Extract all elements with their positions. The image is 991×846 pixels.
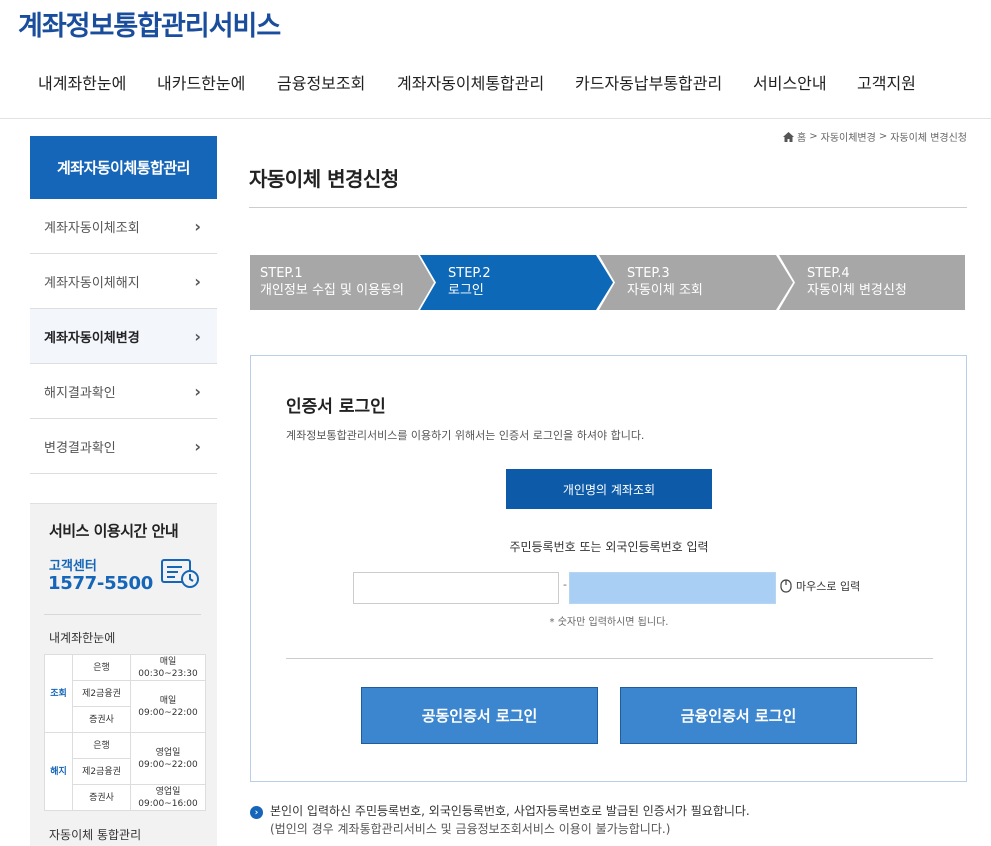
site-logo[interactable]: 계좌정보통합관리서비스 <box>18 4 281 43</box>
schedule-icon <box>161 559 199 588</box>
group-label-inquiry: 조회 <box>44 654 73 733</box>
id-number-front-input[interactable] <box>353 572 559 604</box>
home-icon[interactable] <box>783 131 795 142</box>
customer-center-phone: 1577-5500 <box>48 573 153 594</box>
chevron-right-icon: › <box>194 436 201 456</box>
sidebar-item-label: 해지결과확인 <box>44 385 116 401</box>
nav-card-autopay[interactable]: 카드자동납부통합관리 <box>575 70 722 94</box>
title-divider <box>249 207 967 208</box>
sidebar-title: 계좌자동이체통합관리 <box>30 136 217 199</box>
sidebar-item-label: 계좌자동이체조회 <box>44 220 140 236</box>
customer-center-label: 고객센터 <box>49 559 97 574</box>
login-description: 계좌정보통합관리서비스를 이용하기 위해서는 인증서 로그인을 하셔야 합니다. <box>286 429 645 442</box>
chevron-right-icon: › <box>194 271 201 291</box>
step-progress: STEP.1 개인정보 수집 및 이용동의 STEP.2 로그인 STEP.3 자동이… <box>250 255 965 310</box>
chevron-right-icon: › <box>194 216 201 236</box>
table-row: 조회 은행 매일 00:30~23:30 <box>44 654 206 733</box>
id-number-back-input[interactable] <box>569 572 776 604</box>
breadcrumb: 홈 > 자동이체변경 > 자동이체 변경신청 <box>783 129 967 144</box>
main-nav: 내계좌한눈에 내카드한눈에 금융정보조회 계좌자동이체통합관리 카드자동납부통합… <box>0 70 991 100</box>
time-cell: 매일 09:00~22:00 <box>130 680 206 733</box>
group-label-cancel: 해지 <box>44 732 73 811</box>
step-1: STEP.1 개인정보 수집 및 이용동의 <box>260 266 404 298</box>
step-3: STEP.3 자동이체 조회 <box>627 266 703 298</box>
notice-line-2: (법인의 경우 계좌통합관리서비스 및 금융정보조회서비스 이용이 불가능합니다… <box>270 822 671 836</box>
joint-certificate-login-button[interactable]: 공동인증서 로그인 <box>361 687 598 744</box>
sidebar-item-change-result[interactable]: 변경결과확인 › <box>30 419 217 474</box>
step-4: STEP.4 자동이체 변경신청 <box>807 266 907 298</box>
org-cell: 은행 <box>72 654 131 681</box>
org-cell: 제2금융권 <box>72 758 131 785</box>
login-title: 인증서 로그인 <box>286 397 386 417</box>
org-cell: 증권사 <box>72 706 131 733</box>
nav-my-accounts[interactable]: 내계좌한눈에 <box>38 70 126 94</box>
service-section2-title: 자동이체 통합관리 <box>49 828 142 842</box>
org-cell: 증권사 <box>72 784 131 811</box>
id-number-dash: - <box>563 578 567 591</box>
financial-certificate-login-button[interactable]: 금융인증서 로그인 <box>620 687 857 744</box>
time-cell: 매일 00:30~23:30 <box>130 654 206 681</box>
notice-arrow-icon: › <box>250 806 263 819</box>
personal-account-button[interactable]: 개인명의 계좌조회 <box>506 469 712 509</box>
notice-line-1: 본인이 입력하신 주민등록번호, 외국인등록번호, 사업자등록번호로 발급된 인… <box>270 804 750 818</box>
mouse-input-label: 마우스로 입력 <box>796 580 861 593</box>
service-hours-table: 조회 은행 매일 00:30~23:30 제2금융권 매일 09:00~22:00 … <box>44 654 206 811</box>
mouse-icon <box>780 579 792 593</box>
step-2: STEP.2 로그인 <box>448 266 491 298</box>
time-cell: 영업일 09:00~16:00 <box>130 784 206 811</box>
breadcrumb-home[interactable]: 홈 <box>797 129 806 144</box>
breadcrumb-level1[interactable]: 자동이체변경 <box>821 129 876 144</box>
sidebar-item-label: 계좌자동이체해지 <box>44 275 140 291</box>
nav-financial-info[interactable]: 금융정보조회 <box>277 70 365 94</box>
breadcrumb-current: 자동이체 변경신청 <box>890 133 967 144</box>
org-cell: 제2금융권 <box>72 680 131 707</box>
input-hint: * 숫자만 입력하시면 됩니다. <box>549 617 669 628</box>
sidebar-item-label: 계좌자동이체변경 <box>44 330 140 346</box>
nav-my-cards[interactable]: 내카드한눈에 <box>157 70 245 94</box>
breadcrumb-separator: > <box>809 131 818 142</box>
id-number-label: 주민등록번호 또는 외국인등록번호 입력 <box>509 540 709 554</box>
sidebar-item-cancel-result[interactable]: 해지결과확인 › <box>30 364 217 419</box>
nav-customer-support[interactable]: 고객지원 <box>857 70 916 94</box>
header-divider <box>0 118 991 119</box>
login-divider <box>286 658 933 659</box>
mouse-input-button[interactable]: 마우스로 입력 <box>780 578 860 594</box>
table-row: 해지 은행 영업일 09:00~22:00 <box>44 732 206 811</box>
sidebar-item-autopay-change[interactable]: 계좌자동이체변경 › <box>30 309 217 364</box>
time-cell: 영업일 09:00~22:00 <box>130 732 206 785</box>
sidebar-item-autopay-inquiry[interactable]: 계좌자동이체조회 › <box>30 199 217 254</box>
chevron-right-icon: › <box>194 326 201 346</box>
chevron-right-icon: › <box>194 381 201 401</box>
login-panel <box>250 355 967 782</box>
sidebar-item-autopay-cancel[interactable]: 계좌자동이체해지 › <box>30 254 217 309</box>
breadcrumb-separator: > <box>878 131 888 142</box>
nav-service-guide[interactable]: 서비스안내 <box>753 70 827 94</box>
service-section-title: 내계좌한눈에 <box>49 631 116 645</box>
org-cell: 은행 <box>72 732 131 759</box>
nav-account-autopay[interactable]: 계좌자동이체통합관리 <box>397 70 544 94</box>
page-title: 자동이체 변경신청 <box>249 167 399 191</box>
sidebar-item-label: 변경결과확인 <box>44 440 116 456</box>
